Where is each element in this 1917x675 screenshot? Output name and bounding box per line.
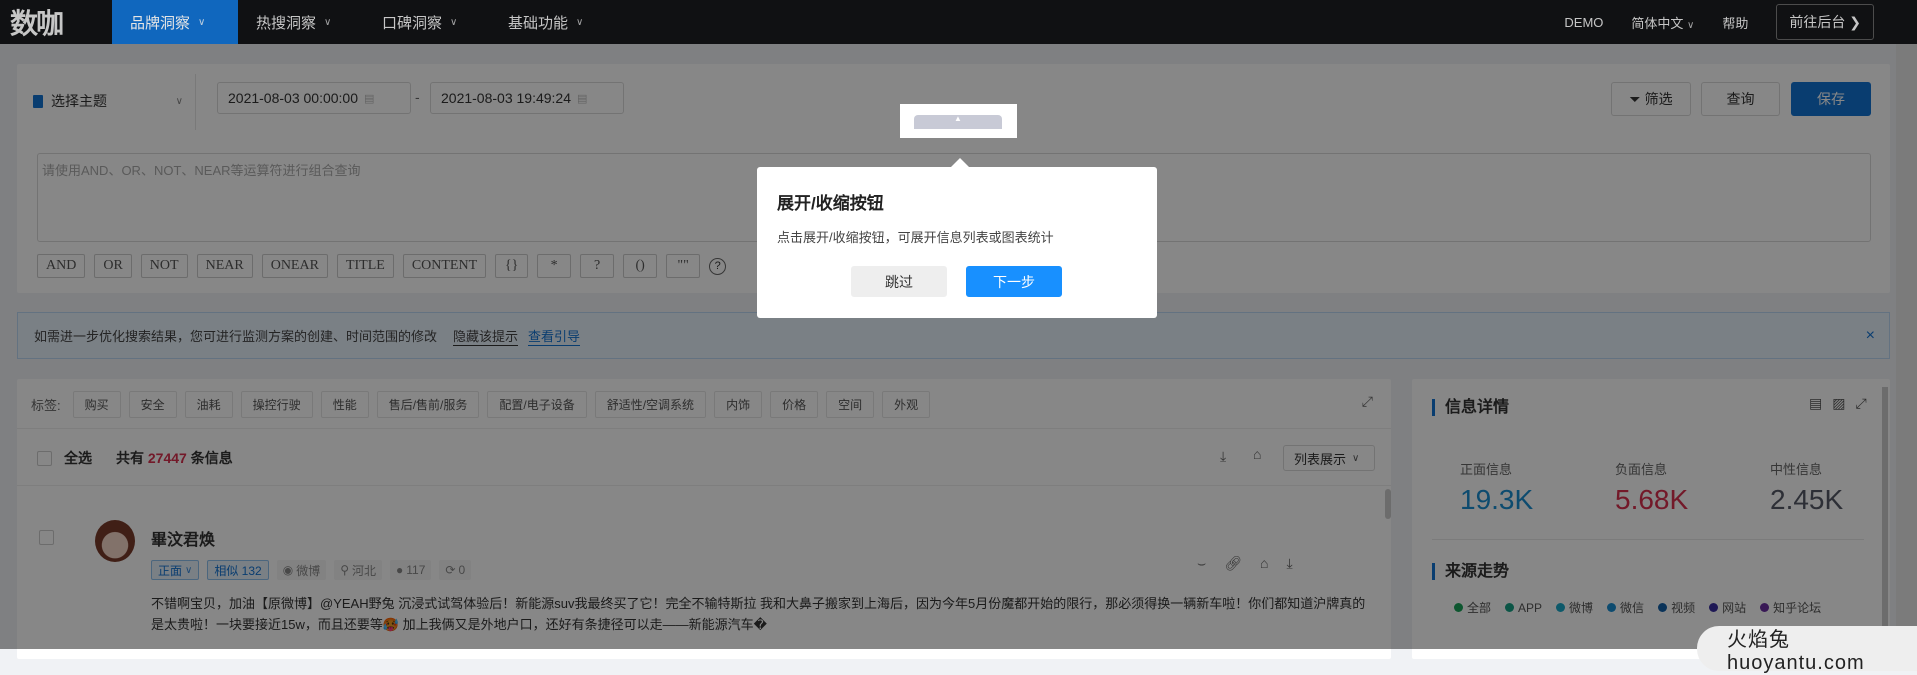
guide-popover: 展开/收缩按钮 点击展开/收缩按钮，可展开信息列表或图表统计 跳过 下一步: [757, 167, 1157, 318]
highlight-spot: ▲: [900, 104, 1017, 138]
guide-description: 点击展开/收缩按钮，可展开信息列表或图表统计: [777, 230, 1054, 245]
nav-mask: [0, 0, 1917, 44]
caret-up-icon: ▲: [954, 114, 962, 123]
skip-button[interactable]: 跳过: [851, 266, 947, 297]
expand-collapse-button[interactable]: ▲: [914, 115, 1002, 129]
next-step-button[interactable]: 下一步: [966, 266, 1062, 297]
guide-title: 展开/收缩按钮: [777, 194, 884, 213]
